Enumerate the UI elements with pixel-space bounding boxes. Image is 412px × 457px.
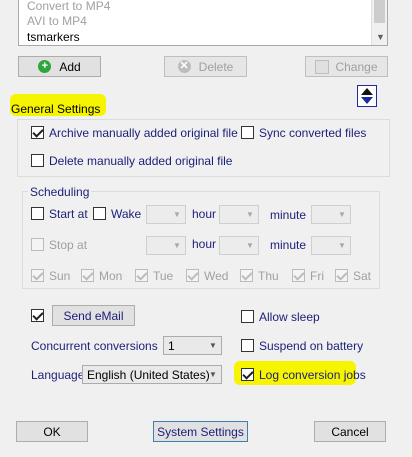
concurrent-conversions-label: Concurrent conversions	[31, 339, 158, 353]
delete-original-label: Delete manually added original file	[49, 154, 233, 168]
suspend-battery-checkbox[interactable]	[241, 339, 254, 352]
list-item[interactable]: AVI to MP4	[27, 14, 87, 28]
allow-sleep-label: Allow sleep	[259, 310, 320, 324]
start-hour-select[interactable]: ▼	[219, 205, 259, 224]
change-button[interactable]: Change	[305, 56, 388, 77]
general-settings-title: General Settings	[11, 102, 101, 116]
collapse-toggle-button[interactable]	[357, 85, 377, 107]
sync-converted-checkbox[interactable]	[241, 126, 254, 139]
chevron-down-icon: ▼	[338, 241, 346, 250]
day-checkbox-tue[interactable]	[135, 269, 148, 282]
start-hour-label: hour	[192, 207, 217, 221]
chevron-down-icon: ▼	[246, 241, 254, 250]
day-checkbox-sat[interactable]	[335, 269, 348, 282]
day-checkbox-mon[interactable]	[81, 269, 94, 282]
stop-minute-label: minute	[270, 238, 307, 252]
start-date-select[interactable]: ▼	[146, 205, 186, 224]
ok-button[interactable]: OK	[16, 421, 88, 442]
day-label-fri: Fri	[310, 269, 324, 283]
chevron-down-icon: ▼	[173, 210, 181, 219]
scrollbar-thumb[interactable]	[374, 0, 385, 23]
archive-original-label: Archive manually added original file	[49, 126, 238, 140]
archive-original-checkbox[interactable]	[31, 126, 44, 139]
day-checkbox-fri[interactable]	[292, 269, 305, 282]
language-select[interactable]: English (United States) ▼	[82, 365, 222, 384]
chevron-down-icon: ▼	[209, 341, 217, 350]
suspend-battery-label: Suspend on battery	[259, 339, 364, 353]
edit-icon	[315, 59, 330, 74]
start-minute-label: minute	[270, 208, 307, 222]
scroll-down-icon[interactable]: ▼	[376, 32, 385, 42]
delete-icon: ✕	[177, 60, 191, 73]
list-scrollbar[interactable]: ▼	[371, 0, 387, 45]
wake-label: Wake	[111, 207, 142, 221]
log-conversion-label: Log conversion jobs	[259, 368, 366, 382]
chevron-down-icon: ▼	[173, 241, 181, 250]
plus-icon: +	[38, 60, 52, 73]
add-button[interactable]: + Add	[18, 56, 101, 77]
start-at-label: Start at	[49, 207, 88, 221]
allow-sleep-checkbox[interactable]	[241, 310, 254, 323]
start-at-checkbox[interactable]	[31, 207, 44, 220]
stop-hour-select[interactable]: ▼	[219, 236, 259, 255]
concurrent-conversions-select[interactable]: 1 ▼	[163, 336, 222, 355]
list-item[interactable]: tsmarkers	[27, 30, 80, 44]
stop-at-label: Stop at	[49, 238, 88, 252]
send-email-checkbox[interactable]	[31, 309, 44, 322]
day-label-thu: Thu	[258, 269, 279, 283]
day-label-mon: Mon	[99, 269, 123, 283]
chevron-down-icon: ▼	[338, 210, 346, 219]
day-label-wed: Wed	[204, 269, 229, 283]
day-checkbox-thu[interactable]	[240, 269, 253, 282]
profile-list[interactable]: Convert to MP4 AVI to MP4 tsmarkers ▼	[18, 0, 388, 46]
delete-original-checkbox[interactable]	[31, 154, 44, 167]
stop-hour-label: hour	[192, 237, 217, 251]
start-minute-select[interactable]: ▼	[311, 205, 351, 224]
stop-at-checkbox[interactable]	[31, 238, 44, 251]
chevron-down-icon: ▼	[209, 370, 217, 379]
up-down-arrows-icon	[361, 88, 373, 104]
day-checkbox-sun[interactable]	[31, 269, 44, 282]
day-checkbox-wed[interactable]	[186, 269, 199, 282]
scheduling-title: Scheduling	[28, 185, 92, 199]
send-email-button[interactable]: Send eMail	[52, 305, 135, 326]
sync-converted-label: Sync converted files	[259, 126, 367, 140]
cancel-button[interactable]: Cancel	[314, 421, 386, 442]
list-item[interactable]: Convert to MP4	[27, 0, 110, 13]
stop-minute-select[interactable]: ▼	[311, 236, 351, 255]
log-conversion-checkbox[interactable]	[241, 368, 254, 381]
language-label: Language	[31, 368, 85, 382]
day-label-sun: Sun	[49, 269, 71, 283]
chevron-down-icon: ▼	[246, 210, 254, 219]
day-label-tue: Tue	[153, 269, 174, 283]
system-settings-button[interactable]: System Settings	[153, 421, 248, 442]
wake-checkbox[interactable]	[93, 207, 106, 220]
day-label-sat: Sat	[353, 269, 372, 283]
delete-button[interactable]: ✕ Delete	[164, 56, 247, 77]
stop-date-select[interactable]: ▼	[146, 236, 186, 255]
